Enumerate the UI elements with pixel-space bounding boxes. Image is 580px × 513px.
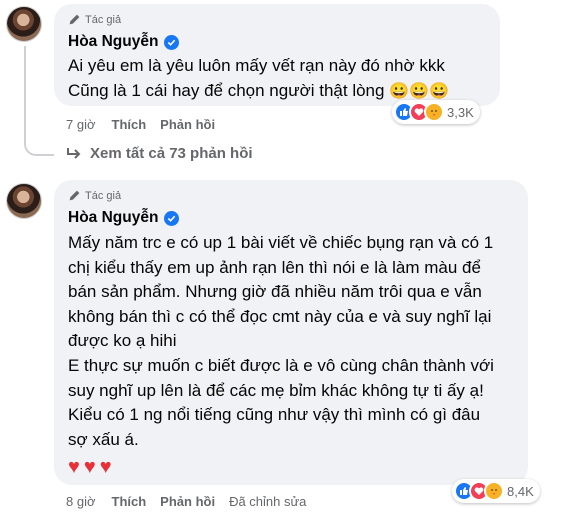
pen-icon (69, 190, 80, 201)
author-badge-label: Tác giả (85, 189, 122, 202)
timestamp[interactable]: 8 giờ (66, 494, 96, 509)
author-name[interactable]: Hòa Nguyễn (68, 33, 158, 51)
avatar[interactable] (6, 6, 42, 42)
comment-line: chị kiểu thấy em up ảnh rạn lên thì nói … (68, 257, 481, 277)
comment-line: Mấy năm trc e có up 1 bài viết về chiếc … (68, 233, 494, 252)
comment-line: E thực sự muốn c biết được là e vô cùng … (68, 355, 494, 375)
comment-line: không bán thì c có thể đọc cmt này của e… (68, 306, 492, 326)
comment-bubble: Tác giả Hòa Nguyễn Ai yêu em là yêu luôn… (54, 4, 500, 106)
comment-line: suy nghĩ up lên là để các mẹ bỉm khác kh… (68, 380, 484, 400)
timestamp[interactable]: 7 giờ (66, 117, 96, 132)
author-badge: Tác giả (68, 189, 121, 202)
comment-text: Mấy năm trc e có up 1 bài viết về chiếc … (68, 231, 523, 452)
comment-line: được ko ạ hihi (68, 331, 177, 351)
verified-icon (164, 34, 180, 50)
reaction-count: 3,3K (447, 104, 474, 120)
comment-text: Ai yêu em là yêu luôn mấy vết rạn này đó… (68, 53, 493, 104)
comment-actions: 8 giờ Thích Phản hồi Đã chỉnh sửa (66, 494, 306, 509)
reaction-summary[interactable]: 8,4K (452, 479, 540, 503)
like-button[interactable]: Thích (112, 117, 147, 132)
see-all-replies-label: Xem tất cả 73 phản hồi (90, 145, 253, 162)
comment-line: Cũng là 1 cái hay để chọn người thật lòn… (68, 81, 385, 100)
comment-line: sợ xấu á. (68, 429, 139, 449)
reaction-count: 8,4K (507, 483, 534, 499)
thread-line (24, 46, 54, 156)
comment-bubble: Tác giả Hòa Nguyễn Mấy năm trc e có up 1… (54, 180, 528, 485)
author-badge: Tác giả (68, 13, 121, 26)
comment-line: bán sản phẩm. Nhưng giờ đã nhiều năm trô… (68, 282, 482, 302)
comment-actions: 7 giờ Thích Phản hồi (66, 117, 229, 132)
avatar[interactable] (6, 183, 42, 219)
author-name[interactable]: Hòa Nguyễn (68, 209, 158, 227)
care-icon (424, 102, 444, 122)
reply-arrow-icon (67, 147, 81, 159)
grin-emoji: 😀😀😀 (389, 83, 449, 100)
author-badge-label: Tác giả (85, 13, 122, 26)
hearts-emoji: ♥♥♥ (68, 456, 116, 478)
reaction-summary[interactable]: 3,3K (392, 100, 480, 124)
see-all-replies-link[interactable]: Xem tất cả 73 phản hồi (66, 145, 253, 162)
verified-icon (164, 210, 180, 226)
like-button[interactable]: Thích (112, 494, 147, 509)
reply-button[interactable]: Phản hồi (160, 117, 215, 132)
care-icon (484, 481, 504, 501)
pen-icon (69, 14, 80, 25)
comment-line: Ai yêu em là yêu luôn mấy vết rạn này đó… (68, 56, 445, 75)
comment-line: Kiểu có 1 ng nổi tiếng cũng như vậy thì … (68, 405, 481, 425)
edited-label: Đã chỉnh sửa (229, 494, 307, 509)
reply-button[interactable]: Phản hồi (160, 494, 215, 509)
